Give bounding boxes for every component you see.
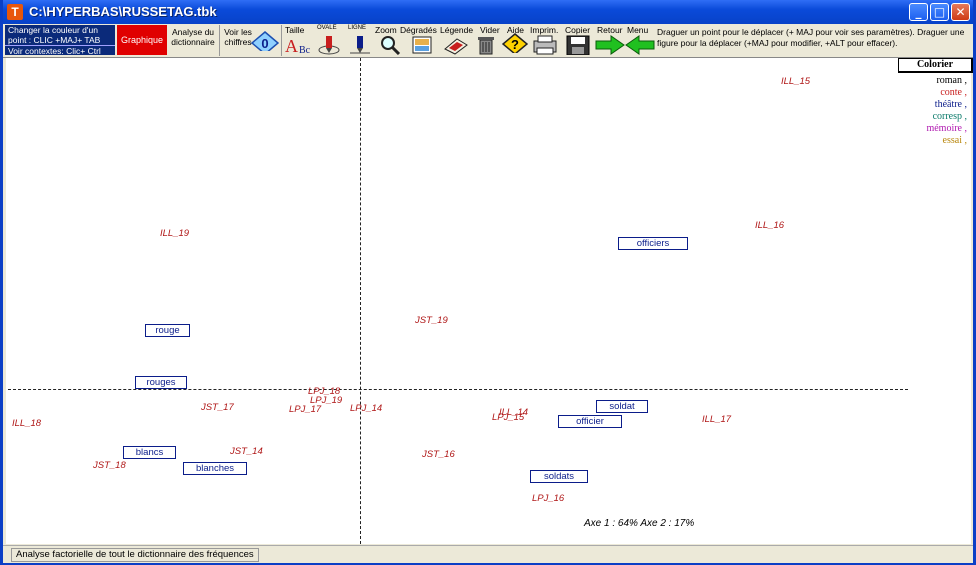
legend-memoire[interactable]: mémoire , <box>926 123 967 134</box>
title-bar[interactable]: T C:\HYPERBAS\RUSSETAG.tbk _ □ ✕ <box>3 0 973 24</box>
word-blanches[interactable]: blanches <box>183 462 247 475</box>
voir-chiffres-button[interactable]: Voir les chiffres <box>221 27 255 47</box>
legend-memoire-label: mémoire <box>926 123 962 134</box>
info-line-3: Voir contextes: Clic+ Ctrl <box>5 45 115 56</box>
copier-floppy-icon[interactable] <box>565 35 591 55</box>
maximize-icon: □ <box>933 5 946 19</box>
point-ill-19[interactable]: ILL_19 <box>160 228 189 239</box>
legend-roman[interactable]: roman , <box>936 75 967 86</box>
zoom-magnifier-icon[interactable] <box>379 35 401 55</box>
svg-text:?: ? <box>511 37 519 52</box>
app-icon: T <box>7 4 23 20</box>
point-ill-18[interactable]: ILL_18 <box>12 418 41 429</box>
word-soldats[interactable]: soldats <box>530 470 588 483</box>
close-button[interactable]: ✕ <box>951 3 970 21</box>
point-jst-18[interactable]: JST_18 <box>93 460 126 471</box>
point-ill-17[interactable]: ILL_17 <box>702 414 731 425</box>
point-lpj-15[interactable]: LPJ_15 <box>492 412 524 423</box>
legende-book-icon[interactable] <box>443 35 469 55</box>
legend-roman-label: roman <box>936 75 962 86</box>
minimize-button[interactable]: _ <box>909 3 928 21</box>
main-window: T C:\HYPERBAS\RUSSETAG.tbk _ □ ✕ Changer… <box>0 0 976 565</box>
aide-help-icon[interactable]: ? <box>502 33 528 53</box>
menu-label: Menu <box>627 25 649 35</box>
taille-icon[interactable]: A Bc <box>285 35 315 55</box>
legend-essai[interactable]: essai , <box>943 135 967 146</box>
info-line-1: Changer la couleur d'un <box>8 25 98 35</box>
minimize-icon: _ <box>915 5 922 19</box>
word-rouge[interactable]: rouge <box>145 324 190 337</box>
close-icon: ✕ <box>955 5 966 19</box>
point-jst-16[interactable]: JST_16 <box>422 449 455 460</box>
taille-label: Taille <box>285 25 305 35</box>
retour-arrow-right-icon[interactable] <box>595 35 625 55</box>
word-officier[interactable]: officier <box>558 415 622 428</box>
status-text: Analyse factorielle de tout le dictionna… <box>11 548 259 562</box>
imprim-label: Imprim. <box>530 25 559 35</box>
legend-corresp-label: corresp <box>932 111 962 122</box>
info-line-2: point : CLIC +MAJ+ TAB <box>8 35 101 45</box>
svg-text:A: A <box>285 36 298 55</box>
retour-label: Retour <box>597 25 623 35</box>
point-lpj-17[interactable]: LPJ_17 <box>289 404 321 415</box>
voir-line-1: Voir les <box>224 27 252 37</box>
ovale-label: OVALE <box>317 25 337 31</box>
imprimer-printer-icon[interactable] <box>532 35 558 55</box>
point-lpj-14[interactable]: LPJ_14 <box>350 403 382 414</box>
analyse-line-1: Analyse du <box>171 27 215 37</box>
word-soldat[interactable]: soldat <box>596 400 648 413</box>
status-bar: Analyse factorielle de tout le dictionna… <box>3 545 973 563</box>
point-lpj-16[interactable]: LPJ_16 <box>532 493 564 504</box>
horizontal-axis <box>8 389 908 390</box>
svg-text:Bc: Bc <box>299 45 311 55</box>
maximize-button[interactable]: □ <box>930 3 949 21</box>
analyse-line-2: dictionnaire <box>171 37 215 47</box>
toolbar-separator <box>219 25 220 56</box>
word-blancs[interactable]: blancs <box>123 446 176 459</box>
graphique-button[interactable]: Graphique <box>117 25 167 55</box>
toolbar-info-panel: Changer la couleur d'un point : CLIC +MA… <box>5 25 115 56</box>
toolbar: Changer la couleur d'un point : CLIC +MA… <box>3 24 973 58</box>
legend-conte-label: conte <box>940 87 962 98</box>
point-jst-14[interactable]: JST_14 <box>230 446 263 457</box>
svg-text:0: 0 <box>261 36 268 51</box>
zero-diamond-icon[interactable]: 0 <box>251 31 279 51</box>
legend-theatre[interactable]: théâtre , <box>935 99 967 110</box>
voir-line-2: chiffres <box>224 37 252 47</box>
point-jst-19[interactable]: JST_19 <box>415 315 448 326</box>
legend-theatre-label: théâtre <box>934 99 962 110</box>
legend-essai-label: essai <box>942 135 962 146</box>
axis-inertia-info: Axe 1 : 64% Axe 2 : 17% <box>584 518 695 529</box>
factorial-plot-canvas[interactable]: ILL_15 ILL_16 ILL_19 JST_19 LPJ_18 LPJ_1… <box>6 58 973 544</box>
vertical-axis <box>360 58 361 544</box>
analyse-dictionnaire-button[interactable]: Analyse du dictionnaire <box>169 27 217 47</box>
ligne-pen-icon[interactable] <box>348 35 372 55</box>
ovale-pen-icon[interactable] <box>317 35 341 55</box>
toolbar-help-text: Draguer un point pour le déplacer (+ MAJ… <box>657 27 965 48</box>
point-jst-17[interactable]: JST_17 <box>201 402 234 413</box>
toolbar-separator <box>281 25 282 56</box>
word-officiers[interactable]: officiers <box>618 237 688 250</box>
colorier-button[interactable]: Colorier <box>898 58 973 73</box>
vider-label: Vider <box>480 25 500 35</box>
menu-arrow-left-icon[interactable] <box>625 35 655 55</box>
zoom-label: Zoom <box>375 25 397 35</box>
word-rouges[interactable]: rouges <box>135 376 187 389</box>
legend-corresp[interactable]: corresp , <box>933 111 967 122</box>
degrades-icon[interactable] <box>411 35 433 55</box>
vider-trash-icon[interactable] <box>475 35 497 55</box>
window-title: C:\HYPERBAS\RUSSETAG.tbk <box>29 4 217 19</box>
degrades-label: Dégradés <box>400 25 437 35</box>
point-ill-15[interactable]: ILL_15 <box>781 76 810 87</box>
legend-conte[interactable]: conte , <box>940 87 967 98</box>
point-ill-16[interactable]: ILL_16 <box>755 220 784 231</box>
legende-label: Légende <box>440 25 474 35</box>
ligne-label: LIGNE <box>348 25 367 31</box>
copier-label: Copier <box>565 25 591 35</box>
